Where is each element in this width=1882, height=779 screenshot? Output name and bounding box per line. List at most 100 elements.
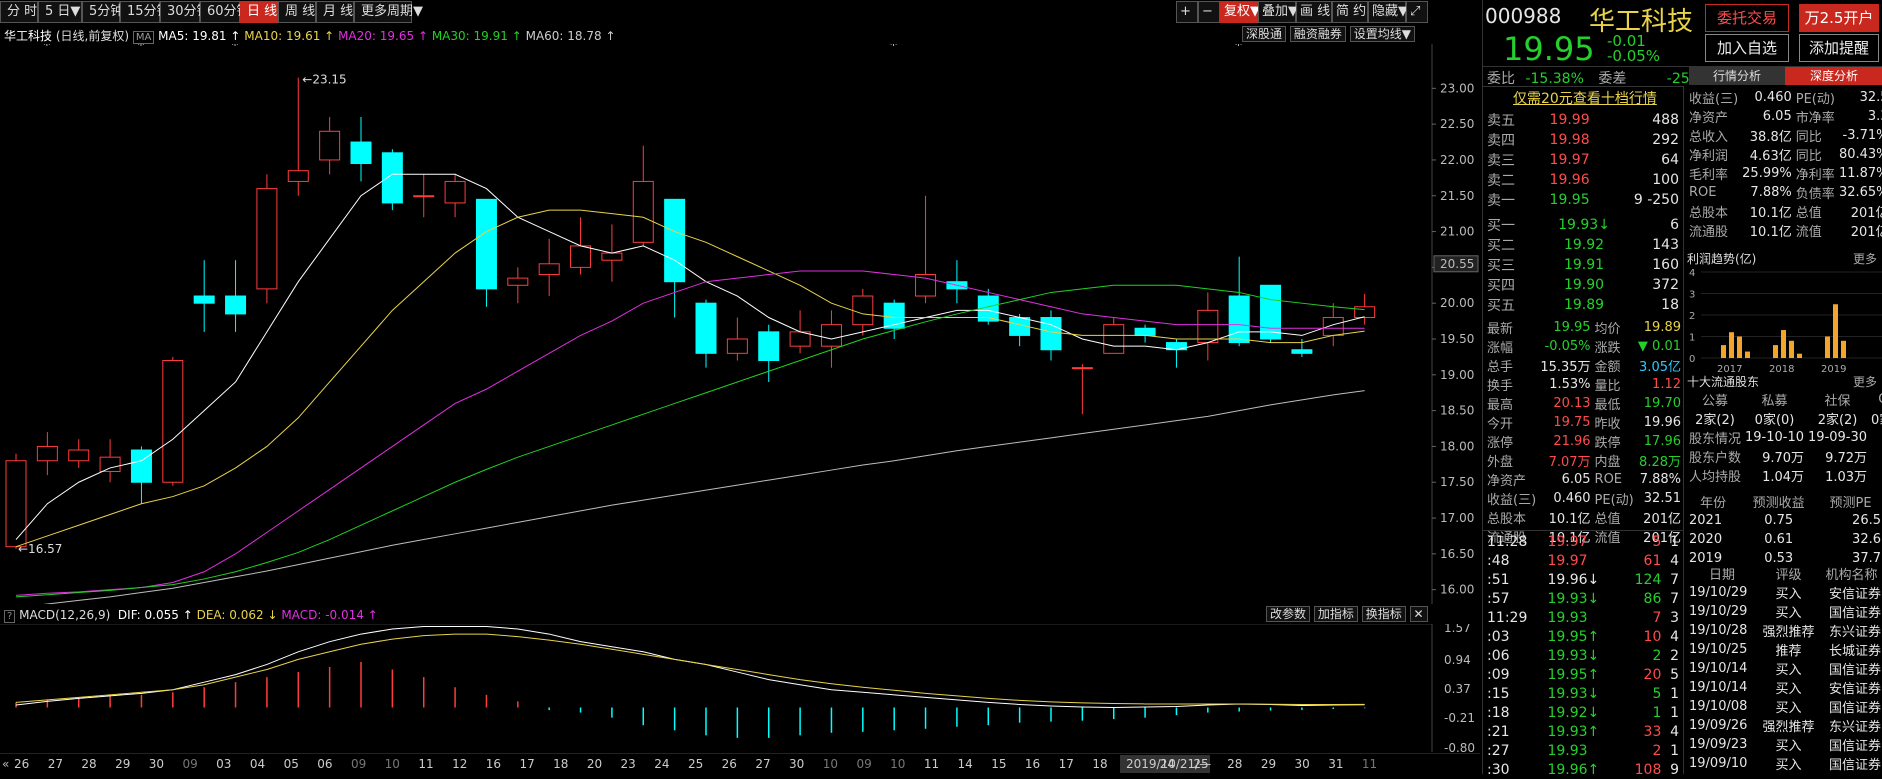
period-tab-3[interactable]: 15分钟 (120, 1, 170, 23)
add-watchlist-button[interactable]: 加入自选 (1705, 34, 1789, 62)
toolbar-right-button-6[interactable]: 隐藏▼ (1368, 1, 1408, 23)
event-marker-icon: * (43, 44, 50, 54)
date-tick-label: 12 (452, 757, 467, 771)
stat-row: 收益(三) 0.460 PE(动) 32.51 (1487, 491, 1681, 508)
tick-row: :21 19.93↑ 33 4 (1487, 723, 1679, 740)
toolbar-right-button-3[interactable]: 叠加▼ (1258, 1, 1298, 23)
toolbar-right-button-7[interactable]: ⤢ (1406, 1, 1428, 23)
add-indicator-button[interactable]: 加指标 (1313, 606, 1358, 622)
stat-row: 换手 1.53% 量比 1.12 (1487, 377, 1681, 394)
date-tick-label: 11 (924, 757, 939, 771)
trend-bar (1737, 336, 1742, 358)
macd-value-label: MACD: -0.014 (281, 608, 364, 622)
macd-chart[interactable]: 1.57 0.94 0.37 -0.21 -0.80 (0, 624, 1480, 752)
date-tick-label: 18 (553, 757, 568, 771)
trend-year-label: 2019 (1821, 364, 1846, 374)
date-tick-label: 15 (991, 757, 1006, 771)
period-tab-6[interactable]: 日 线 (240, 1, 278, 23)
candle-body (632, 180, 654, 243)
period-toolbar: 分 时5 日▼ 5分钟 15分钟 30分钟 60分钟日 线周 线月 线更多周期▼ + − 复权… (0, 0, 1480, 24)
toolbar-right-button-1[interactable]: − (1198, 1, 1220, 23)
holders-table: 公募私募社保QFII 2家(2)0家(0)2家(2)0家(0) 股东情况19-10-… (1687, 390, 1882, 485)
tab-deep-analysis[interactable]: 深度分析 (1785, 67, 1882, 85)
holders-title: 十大流通股东 (1687, 375, 1760, 389)
trend-tick-label: 0 (1689, 354, 1695, 365)
candle-body (726, 338, 748, 354)
price-tick-label: 21.50 (1440, 189, 1474, 203)
level2-promo-link[interactable]: 仅需20元查看十档行情 (1513, 88, 1657, 108)
help-icon[interactable]: ? (4, 610, 16, 623)
close-indicator-icon[interactable]: ✕ (1409, 606, 1428, 622)
ma-settings-link[interactable]: 设置均线▼ (1349, 26, 1415, 42)
candle-body (538, 263, 560, 276)
ask-row: 卖四 19.98 292 (1487, 132, 1679, 149)
macd-buttons: 改参数 加指标 换指标 ✕ (1266, 606, 1428, 622)
price-tick-label: 18.00 (1440, 439, 1474, 453)
bid-row: 买四 19.90 372 (1487, 277, 1679, 294)
holder-head-row: 公募私募社保QFII (1702, 392, 1882, 409)
date-tick-label: 31 (1328, 757, 1343, 771)
trade-button[interactable]: 委托交易 (1705, 4, 1789, 32)
date-tick-label: 09 (856, 757, 871, 771)
period-tab-2[interactable]: 5分钟 (82, 1, 123, 23)
date-tick-label: 26 (14, 757, 29, 771)
period-tab-4[interactable]: 30分钟 (160, 1, 210, 23)
bid-table: 买一 19.93↓ 6 买二 19.92 143 买三 19.91 160 买四 19.90 372 买… (1485, 215, 1681, 315)
tick-row: :48 19.97 61 4 (1487, 552, 1679, 569)
date-axis[interactable]: « 26 27 28 29 30 09 03 04 05 06 09 10 11 12 16 17 18 20 23 2… (0, 753, 1480, 774)
macd-tick-label: -0.21 (1444, 711, 1475, 725)
rating-row: 19/10/29 买入 国信证券 (1689, 604, 1881, 621)
candle-body (193, 295, 215, 304)
macd-tick-label: 0.94 (1444, 653, 1471, 667)
add-alert-button[interactable]: 添加提醒 (1799, 34, 1879, 62)
period-tab-0[interactable]: 分 时 (0, 1, 38, 23)
tick-table: 11:28 19.97 5 1:48 19.97 61 4:51 19.96↓ 124 7:57 1… (1485, 532, 1681, 779)
edit-params-button[interactable]: 改参数 (1266, 606, 1311, 622)
date-tick-label: 10 (823, 757, 838, 771)
switch-indicator-button[interactable]: 换指标 (1361, 606, 1406, 622)
date-tick-label: 03 (216, 757, 231, 771)
trend-tick-label: 3 (1689, 290, 1695, 301)
period-tab-9[interactable]: 更多周期▼ (354, 1, 423, 23)
stat-row: 总股本 10.1亿 总值 201亿 (1487, 512, 1681, 527)
fundamental-row: 净利润4.63亿同比80.43% (1689, 147, 1882, 164)
profit-trend-more-link[interactable]: 更多 (1853, 250, 1877, 267)
period-tab-1[interactable]: 5 日▼ (38, 1, 82, 23)
date-tick-label: 06 (317, 757, 332, 771)
toolbar-right-button-4[interactable]: 画 线 (1296, 1, 1332, 23)
trend-year-label: 2018 (1769, 364, 1794, 374)
candle-body (507, 277, 529, 286)
fundamental-row: 毛利率25.99%净利率11.87% (1689, 166, 1882, 183)
toolbar-right-button-2[interactable]: 复权▼ (1220, 1, 1260, 23)
tab-market-analysis[interactable]: 行情分析 (1689, 67, 1785, 85)
holders-more-link[interactable]: 更多 (1853, 373, 1877, 390)
forecast-head-row: 年份 预测收益 预测PE (1700, 496, 1872, 511)
open-account-button[interactable]: 万2.5开户 (1799, 4, 1879, 32)
rating-row: 19/10/29 买入 安信证券 (1689, 585, 1881, 602)
toolbar-right-button-5[interactable]: 简 约 (1332, 1, 1368, 23)
ask-row: 卖三 19.97 64 (1487, 152, 1679, 169)
stat-row: 最新 19.95 均价 19.89 (1487, 320, 1681, 337)
stat-row: 净资产 6.05 ROE 7.88% (1487, 472, 1681, 489)
candle-body (319, 130, 341, 161)
candle-body (413, 195, 435, 198)
low-price-label: ←16.57 (18, 542, 62, 556)
candle-body (1260, 284, 1282, 340)
toolbar-right-button-0[interactable]: + (1176, 1, 1198, 23)
stat-row: 最高 20.13 最低 19.70 (1487, 396, 1681, 413)
date-tick-label: 29 (115, 757, 130, 771)
kline-chart[interactable]: 23.0022.5022.0021.5021.0020.5020.0019.50… (0, 44, 1480, 604)
price-tick-label: 18.50 (1440, 404, 1474, 418)
period-tab-8[interactable]: 月 线 (316, 1, 354, 23)
bid-row: 买一 19.93↓ 6 (1487, 217, 1679, 234)
candle-body (225, 295, 247, 315)
trend-tick-label: 2 (1689, 311, 1695, 322)
sgt-link[interactable]: 深股通 (1242, 26, 1287, 42)
rating-row: 19/10/14 买入 国信证券 (1689, 661, 1881, 678)
margin-link[interactable]: 融资融券 (1289, 26, 1346, 42)
fundamental-row: 流通股10.1亿流值201亿 (1689, 225, 1882, 240)
period-tab-5[interactable]: 60分钟 (200, 1, 250, 23)
period-tab-7[interactable]: 周 线 (278, 1, 316, 23)
rating-head-row: 日期 评级 机构名称 (1709, 568, 1878, 583)
ma5-line (15, 173, 1365, 540)
